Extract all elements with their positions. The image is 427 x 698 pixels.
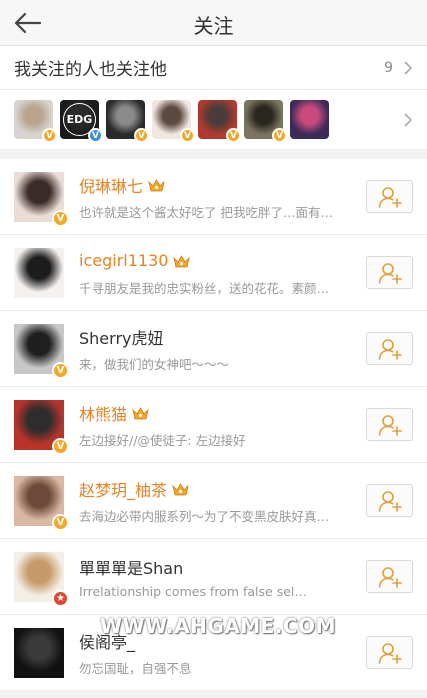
top-bar: 关注 [0,0,427,46]
add-user-icon [378,338,402,360]
vip-crown-icon [173,254,191,267]
avatar[interactable] [14,627,64,678]
user-row[interactable]: ★ 單單單是Shan Irrelationship comes from false… [0,539,427,615]
watermark: WWW.AHGAME.COM [100,614,337,638]
mutual-follow-header[interactable]: 我关注的人也关注他 9 [0,46,427,90]
section-divider [0,149,427,159]
user-info: 林熊猫左边接好//@使徒子: 左边接好 [79,401,356,449]
user-name[interactable]: 倪琳琳七 [79,173,143,197]
mutual-avatar[interactable]: V [14,100,57,143]
name-line: 倪琳琳七 [79,173,356,197]
user-description: 勿忘国耻，自强不息 [79,660,192,676]
user-name[interactable]: 赵梦玥_柚茶 [79,477,167,501]
mutual-avatar-strip[interactable]: V EDG V V V V V [0,90,427,149]
follow-button[interactable] [366,180,413,213]
user-description: 去海边必带内服系列～为了不变黑皮肤好真… [79,508,330,524]
user-description: Irrelationship comes from false sel… [79,583,307,599]
user-info: 單單單是Shan Irrelationship comes from false … [79,555,356,599]
vip-crown-icon [172,482,189,495]
verified-badge-icon: V [180,128,195,143]
verified-badge-icon: V [52,437,69,455]
follow-button[interactable] [366,636,413,669]
user-row[interactable]: V 赵梦玥_柚茶去海边必带内服系列～为了不变黑皮肤好真… [0,463,427,539]
follow-button[interactable] [366,560,413,593]
add-user-icon [378,186,402,208]
avatar-image [14,627,64,678]
vip-crown-icon [148,178,165,191]
mutual-avatar[interactable]: V [152,100,195,143]
avatar[interactable]: V [14,171,69,227]
avatar-image [14,247,64,298]
user-name[interactable]: 林熊猫 [79,401,127,425]
vip-crown-icon [132,406,149,419]
avatar[interactable]: V [14,323,69,379]
follow-button[interactable] [366,332,413,365]
mutual-avatar[interactable]: EDG V [60,100,103,143]
verified-badge-icon: V [52,513,69,531]
name-line: Sherry虎妞 [79,325,356,349]
user-row[interactable]: V 林熊猫左边接好//@使徒子: 左边接好 [0,387,427,463]
verified-badge-icon: V [226,128,241,143]
follow-button[interactable] [366,484,413,517]
mutual-follow-count: 9 [384,59,393,76]
mutual-avatar-list: V EDG V V V V V [14,100,403,143]
verified-badge-icon: V [272,128,287,143]
name-line: icegirl1130 [79,249,356,273]
mutual-avatar[interactable] [290,100,329,139]
follow-button[interactable] [366,408,413,441]
avatar[interactable]: ★ [14,551,69,607]
follow-button[interactable] [366,256,413,289]
user-description: 来，做我们的女神吧～～～ [79,356,230,372]
avatar[interactable]: V [14,475,69,531]
add-user-icon [378,414,402,436]
user-row[interactable]: V 倪琳琳七也许就是这个酱太好吃了 把我吃胖了…面有… [0,159,427,235]
avatar[interactable] [14,247,64,298]
add-user-icon [378,490,402,512]
name-line: 單單單是Shan [79,555,356,579]
add-user-icon [378,566,402,588]
user-name[interactable]: icegirl1130 [79,251,168,270]
user-name[interactable]: 單單單是Shan [79,555,183,579]
user-info: icegirl1130 千寻朋友是我的忠实粉丝，送的花花。素颜… [79,249,356,297]
avatar-image [290,100,329,139]
verified-badge-icon: V [52,361,69,379]
verified-badge-icon: V [52,209,69,227]
verified-badge-icon: V [42,128,57,143]
name-line: 林熊猫 [79,401,356,425]
mutual-follow-section: 我关注的人也关注他 9 V EDG V V V V V [0,46,427,149]
user-description: 也许就是这个酱太好吃了 把我吃胖了…面有… [79,204,333,220]
user-info: Sherry虎妞来，做我们的女神吧～～～ [79,325,356,373]
user-info: 赵梦玥_柚茶去海边必带内服系列～为了不变黑皮肤好真… [79,477,356,525]
page-title: 关注 [193,14,234,38]
mutual-avatar[interactable]: V [198,100,241,143]
mutual-avatar[interactable]: V [244,100,287,143]
mutual-follow-title: 我关注的人也关注他 [14,60,167,80]
user-description: 左边接好//@使徒子: 左边接好 [79,432,246,448]
chevron-right-icon [404,112,413,127]
chevron-right-icon [404,60,413,75]
name-line: 赵梦玥_柚茶 [79,477,356,501]
add-user-icon [378,642,402,664]
user-name[interactable]: Sherry虎妞 [79,325,164,349]
user-description: 千寻朋友是我的忠实粉丝，送的花花。素颜… [79,280,330,296]
user-info: 倪琳琳七也许就是这个酱太好吃了 把我吃胖了…面有… [79,173,356,221]
avatar[interactable]: V [14,399,69,455]
follow-list: V 倪琳琳七也许就是这个酱太好吃了 把我吃胖了…面有… icegirl1130 千寻朋… [0,159,427,691]
mutual-avatar[interactable]: V [106,100,149,143]
user-row[interactable]: icegirl1130 千寻朋友是我的忠实粉丝，送的花花。素颜… [0,235,427,311]
verified-badge-icon: V [88,128,103,143]
verified-badge-icon: V [134,128,149,143]
add-user-icon [378,262,402,284]
user-row[interactable]: V Sherry虎妞来，做我们的女神吧～～～ [0,311,427,387]
verified-badge-icon: ★ [52,589,69,607]
